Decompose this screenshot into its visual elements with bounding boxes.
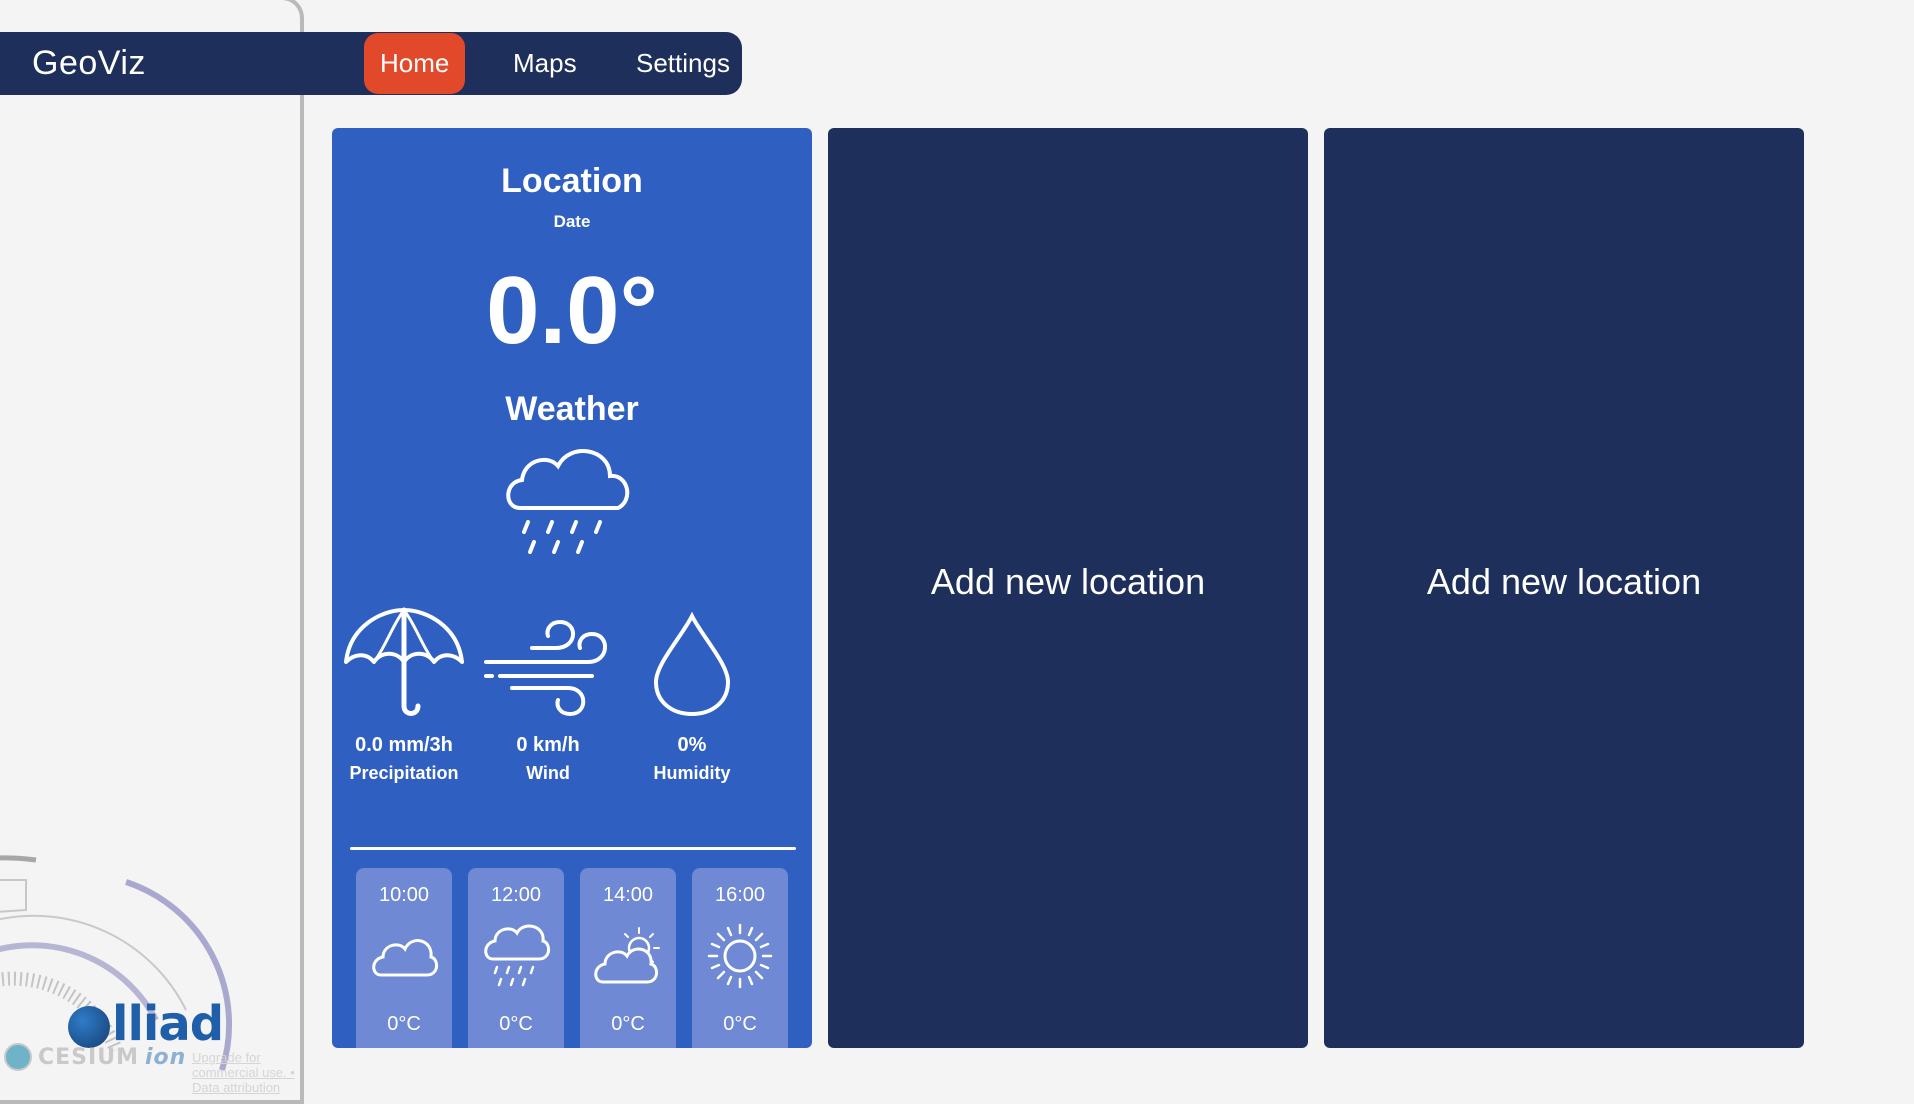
nav-home-button[interactable]: Home xyxy=(364,33,466,94)
partly-sunny-icon xyxy=(594,927,660,984)
droplet-icon xyxy=(653,612,731,717)
forecast-temp: 0°C xyxy=(499,1013,533,1035)
weather-card[interactable]: Location Date 0.0° Weather 0.0 mm/3h Pre… xyxy=(332,128,812,1048)
forecast-temp: 0°C xyxy=(723,1013,757,1035)
humidity-stat: 0% Humidity xyxy=(620,608,764,784)
forecast-time: 14:00 xyxy=(602,884,654,906)
precipitation-label: Precipitation xyxy=(349,763,459,783)
rain-cloud-icon xyxy=(484,924,550,987)
cesium-credit[interactable]: CESIUM ion xyxy=(4,1043,187,1071)
forecast-time: 12:00 xyxy=(490,884,542,906)
nav-settings-button[interactable]: Settings xyxy=(620,33,746,94)
forecast-temp: 0°C xyxy=(611,1013,645,1035)
iliad-swirl-icon xyxy=(68,1006,110,1048)
wind-value: 0 km/h xyxy=(516,734,580,756)
location-date: Date xyxy=(553,212,591,231)
forecast-time: 16:00 xyxy=(714,884,766,906)
weather-condition: Weather xyxy=(505,390,639,428)
precipitation-value: 0.0 mm/3h xyxy=(355,734,453,756)
nav-maps-button[interactable]: Maps xyxy=(497,33,593,94)
add-location-label: Add new location xyxy=(1426,561,1702,602)
forecast-tile[interactable]: 16:00 0°C xyxy=(692,868,788,1048)
current-temperature: 0.0° xyxy=(486,257,658,364)
forecast-divider xyxy=(350,847,796,850)
forecast-time: 10:00 xyxy=(378,884,430,906)
wind-icon xyxy=(484,619,607,717)
wind-stat: 0 km/h Wind xyxy=(476,608,620,784)
cesium-name: CESIUM xyxy=(38,1044,139,1070)
wind-label: Wind xyxy=(526,763,570,783)
cloud-icon xyxy=(372,939,438,977)
credit-links[interactable]: Upgrade for commercial use. • Data attri… xyxy=(192,1050,300,1095)
forecast-temp: 0°C xyxy=(387,1013,421,1035)
forecast-tile[interactable]: 10:00 0°C xyxy=(356,868,452,1048)
forecast-tile[interactable]: 12:00 0°C xyxy=(468,868,564,1048)
globe-viewer-panel[interactable]: lliad CESIUM ion Upgrade for commercial … xyxy=(0,0,304,1104)
rain-cloud-icon xyxy=(506,449,630,554)
sun-icon xyxy=(707,923,773,989)
humidity-value: 0% xyxy=(677,734,707,756)
forecast-tile[interactable]: 14:00 0°C xyxy=(580,868,676,1048)
cesium-ion-label: ion xyxy=(144,1044,187,1070)
add-location-card[interactable]: Add new location xyxy=(828,128,1308,1048)
cesium-logo-icon xyxy=(4,1043,32,1071)
add-location-label: Add new location xyxy=(930,561,1206,602)
humidity-label: Humidity xyxy=(653,763,731,783)
location-title: Location xyxy=(501,162,643,200)
top-navbar: GeoViz Home Maps Settings xyxy=(0,32,742,95)
precipitation-stat: 0.0 mm/3h Precipitation xyxy=(332,607,476,784)
add-location-card[interactable]: Add new location xyxy=(1324,128,1804,1048)
app-logo[interactable]: GeoViz xyxy=(32,44,146,83)
umbrella-icon xyxy=(344,607,464,716)
